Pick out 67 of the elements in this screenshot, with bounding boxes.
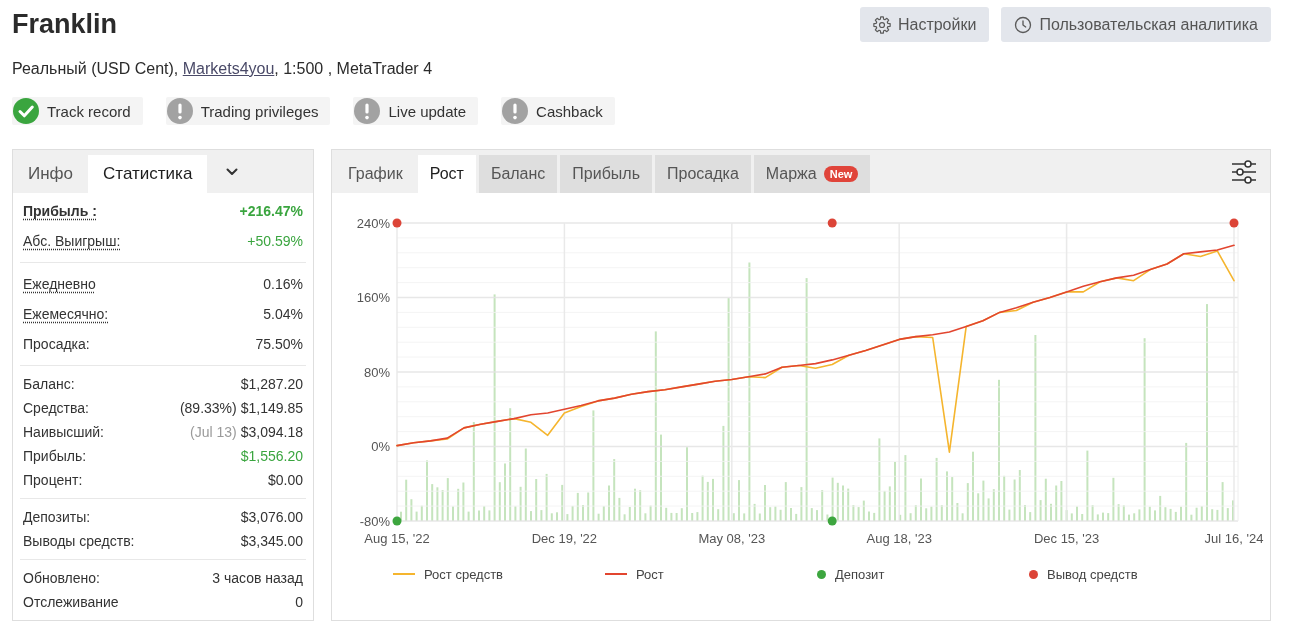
tab[interactable]: Статистика — [88, 155, 208, 193]
stat-label: Средства: — [23, 400, 89, 416]
tab[interactable]: Рост — [417, 155, 476, 193]
stat-note: (Jul 13) — [190, 424, 237, 440]
legend-label: Рост — [636, 566, 664, 582]
new-badge: New — [823, 166, 859, 182]
stat-value: 75.50% — [255, 336, 303, 352]
x-axis-label: Aug 18, '23 — [866, 531, 932, 546]
x-axis-label: Dec 19, '22 — [531, 531, 598, 546]
x-axis-label: Aug 15, '22 — [364, 531, 430, 546]
x-axis-label: Dec 15, '23 — [1033, 531, 1100, 546]
stat-value: 3 часов назад — [212, 570, 303, 586]
stat-value: $3,076.00 — [240, 509, 303, 525]
account-info: Реальный (USD Cent), Markets4you, 1:500 , MetaTrader 4 — [12, 59, 434, 79]
tab[interactable]: Маржа New — [753, 155, 871, 193]
stat-value: +216.47% — [239, 203, 303, 219]
broker-link[interactable]: Markets4you — [182, 60, 275, 77]
stat-label: Ежемесячно: — [23, 306, 109, 322]
analytics-button[interactable]: Пользовательская аналитика — [1001, 7, 1271, 42]
stat-label: Выводы средств: — [23, 533, 135, 549]
badge-label: Live update — [388, 102, 467, 120]
stat-label: Абс. Выигрыш: — [23, 233, 121, 249]
y-axis-label: 80% — [363, 364, 390, 380]
stat-value: 0.16% — [263, 276, 303, 292]
stat-value: 0 — [295, 594, 303, 610]
legend-label: Депозит — [835, 566, 885, 582]
stat-label: Процент: — [23, 472, 83, 488]
badge-label: Track record — [47, 102, 131, 120]
tab[interactable]: График — [336, 155, 415, 193]
y-axis-label: -80% — [359, 513, 390, 529]
sliders-icon[interactable] — [1231, 159, 1257, 184]
tab[interactable]: Прибыль — [560, 155, 652, 193]
clock-icon — [1014, 15, 1033, 34]
stat-label: Отслеживание — [23, 594, 119, 610]
stat-note: (89.33%) — [179, 400, 237, 416]
stat-label: Ежедневно — [23, 276, 96, 292]
stat-value: $3,094.18 — [240, 424, 303, 440]
stat-value: 5.04% — [263, 306, 303, 322]
stat-label: Прибыль : — [23, 203, 97, 219]
chevron-down-icon[interactable] — [226, 167, 239, 176]
stat-label: Наивысший: — [23, 424, 104, 440]
legend-label: Рост средств — [424, 566, 503, 582]
legend-label: Вывод средств — [1047, 566, 1138, 582]
settings-button[interactable]: Настройки — [859, 7, 990, 42]
settings-icon — [872, 15, 891, 34]
tab[interactable]: Просадка — [655, 155, 751, 193]
x-axis-label: May 08, '23 — [698, 531, 766, 546]
stat-label: Обновлено: — [23, 570, 100, 586]
tab[interactable]: Баланс — [478, 155, 558, 193]
stat-label: Баланс: — [23, 376, 75, 392]
stat-value: $1,556.20 — [240, 448, 303, 464]
stat-label: Прибыль: — [23, 448, 87, 464]
stat-value: $0.00 — [267, 472, 303, 488]
stat-label: Просадка: — [23, 336, 90, 352]
stat-label: Депозиты: — [23, 509, 91, 525]
stat-value: +50.59% — [247, 233, 303, 249]
stat-value: $3,345.00 — [240, 533, 303, 549]
stat-value: $1,149.85 — [240, 400, 303, 416]
tab[interactable]: Инфо — [13, 155, 89, 193]
badge-label: Trading privileges — [200, 102, 319, 120]
y-axis-label: 0% — [371, 439, 390, 454]
x-axis-label: Jul 16, '24 — [1204, 531, 1264, 546]
page-title: Franklin — [12, 8, 118, 41]
y-axis-label: 240% — [356, 215, 390, 231]
stat-value: $1,287.20 — [240, 376, 303, 392]
badge-label: Cashback — [536, 102, 603, 120]
y-axis-label: 160% — [356, 290, 390, 305]
